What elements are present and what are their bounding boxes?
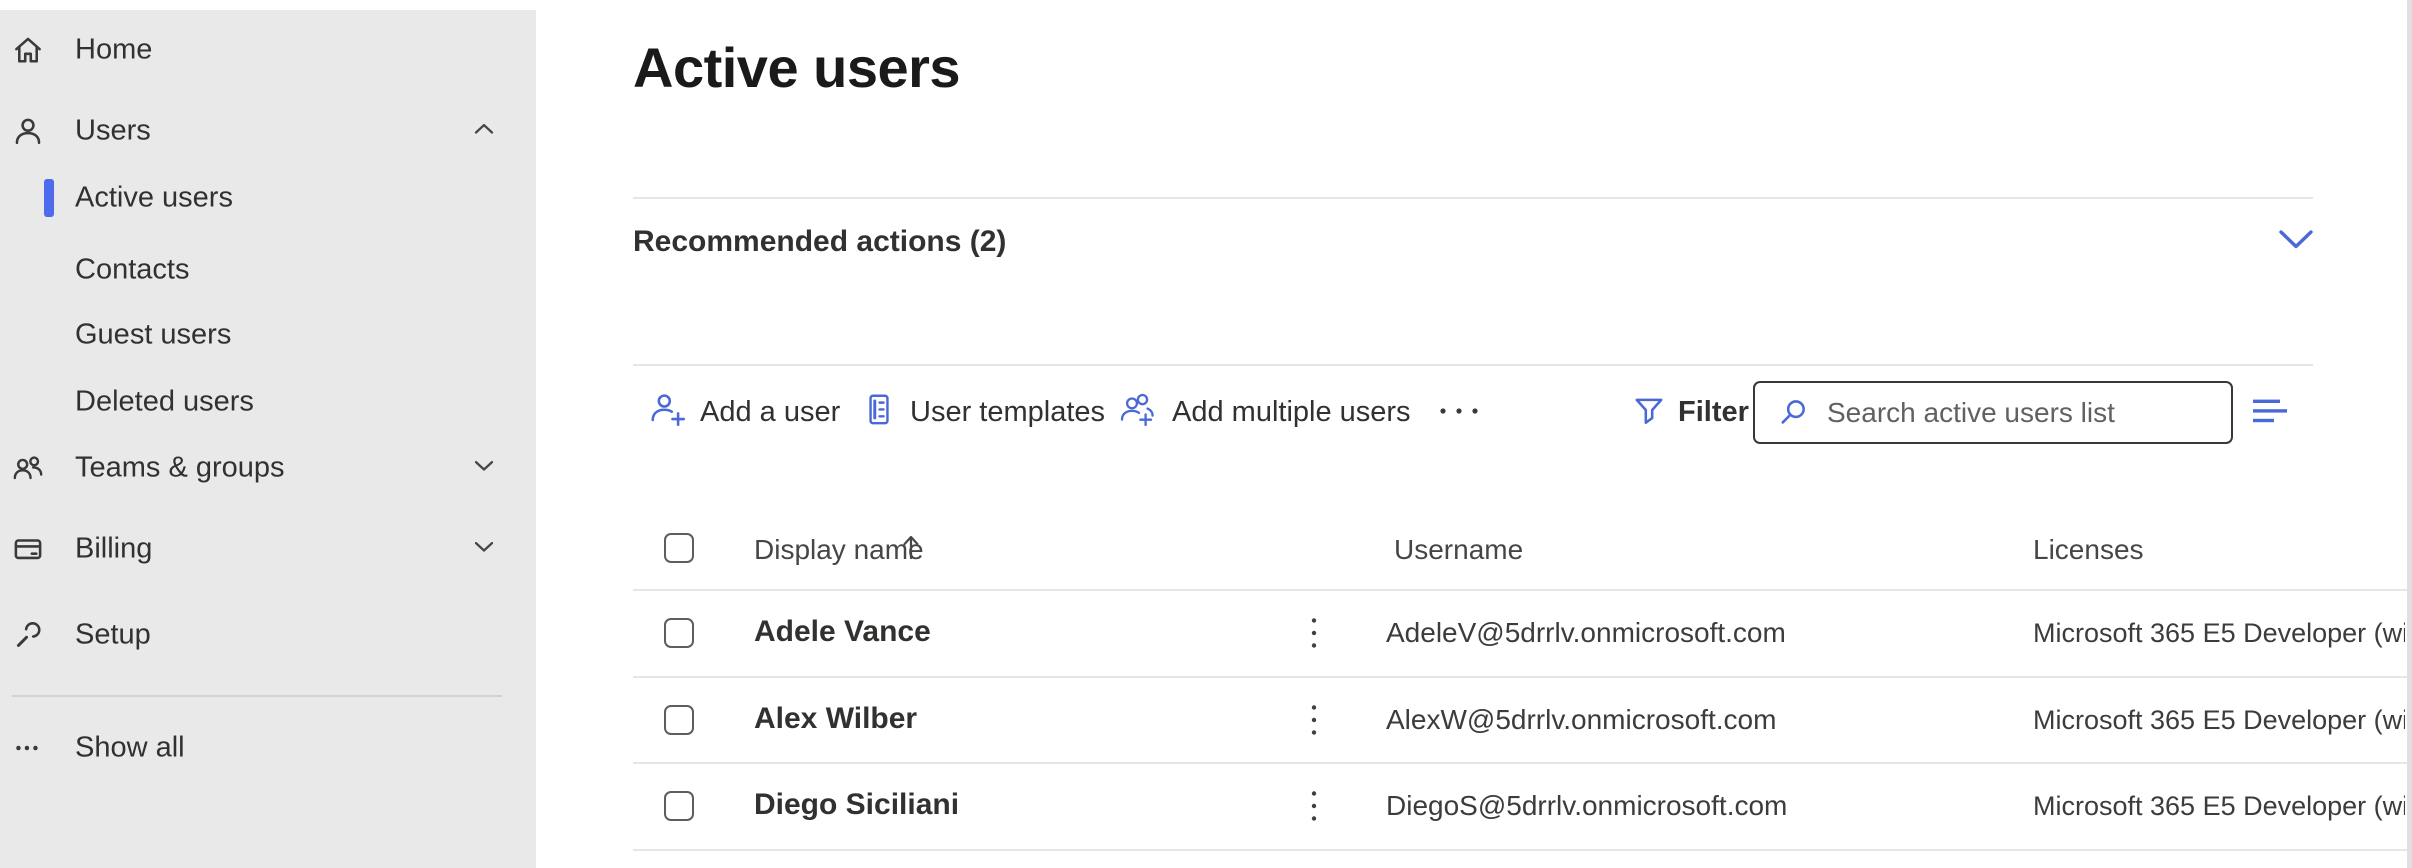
add-multiple-users-label: Add multiple users — [1172, 396, 1411, 429]
sidebar-item-guest-users[interactable]: Guest users — [0, 307, 536, 363]
show-all-dots-icon — [11, 731, 45, 765]
people-icon — [11, 451, 45, 485]
sidebar-item-label: Users — [75, 115, 151, 148]
home-icon — [11, 33, 45, 67]
sidebar-item-label: Active users — [75, 182, 233, 215]
user-display-name[interactable]: Adele Vance — [754, 612, 931, 652]
row-more-actions-icon[interactable] — [1309, 789, 1319, 828]
sidebar-item-deleted-users[interactable]: Deleted users — [0, 374, 536, 430]
column-header-display-name[interactable]: Display name — [754, 535, 924, 565]
filter-button[interactable]: Filter — [1632, 388, 1749, 436]
user-templates-button[interactable]: User templates — [860, 388, 1105, 436]
search-input[interactable] — [1827, 397, 2207, 429]
scrollbar[interactable] — [2407, 0, 2412, 868]
selected-indicator — [44, 179, 54, 217]
sidebar-item-label: Teams & groups — [75, 452, 285, 485]
row-checkbox[interactable] — [664, 791, 694, 821]
sidebar-item-label: Guest users — [75, 319, 231, 352]
row-checkbox[interactable] — [664, 705, 694, 735]
chevron-down-icon[interactable] — [472, 539, 496, 560]
user-licenses: Microsoft 365 E5 Developer (withou — [2033, 790, 2405, 822]
user-username: DiegoS@5drrlv.onmicrosoft.com — [1386, 789, 1787, 823]
user-username: AdeleV@5drrlv.onmicrosoft.com — [1386, 616, 1786, 650]
table-row[interactable]: Adele Vance AdeleV@5drrlv.onmicrosoft.co… — [633, 591, 2412, 676]
search-icon — [1777, 396, 1811, 430]
add-user-icon — [648, 390, 688, 435]
table-divider — [633, 849, 2407, 851]
more-actions-icon[interactable] — [1437, 404, 1481, 422]
sidebar-item-label: Show all — [75, 732, 185, 765]
add-user-button[interactable]: Add a user — [648, 388, 840, 436]
chevron-down-icon[interactable] — [2277, 227, 2315, 258]
user-templates-label: User templates — [910, 396, 1105, 429]
user-templates-icon — [860, 391, 898, 434]
user-username: AlexW@5drrlv.onmicrosoft.com — [1386, 703, 1776, 737]
table-row[interactable]: Diego Siciliani DiegoS@5drrlv.onmicrosof… — [633, 764, 2412, 849]
billing-card-icon — [11, 532, 45, 566]
sidebar: Home Users Active users Contacts — [0, 10, 536, 868]
user-display-name[interactable]: Diego Siciliani — [754, 785, 959, 825]
divider — [633, 364, 2313, 366]
page-title: Active users — [633, 38, 960, 98]
chevron-up-icon[interactable] — [472, 121, 496, 142]
sidebar-item-users[interactable]: Users — [0, 103, 536, 159]
chevron-down-icon[interactable] — [472, 458, 496, 479]
sidebar-item-label: Billing — [75, 533, 152, 566]
user-licenses: Microsoft 365 E5 Developer (withou — [2033, 617, 2405, 649]
filter-label: Filter — [1678, 396, 1749, 429]
sidebar-divider — [12, 695, 502, 697]
user-icon — [11, 114, 45, 148]
sidebar-item-contacts[interactable]: Contacts — [0, 242, 536, 298]
sort-lines-icon[interactable] — [2252, 397, 2292, 430]
recommended-actions-label: Recommended actions (2) — [633, 226, 1006, 258]
sidebar-item-home[interactable]: Home — [0, 22, 536, 78]
row-checkbox[interactable] — [664, 618, 694, 648]
user-display-name[interactable]: Alex Wilber — [754, 699, 917, 739]
select-all-checkbox[interactable] — [664, 533, 694, 563]
column-header-username[interactable]: Username — [1394, 535, 1523, 565]
sidebar-item-label: Home — [75, 34, 152, 67]
sidebar-item-label: Deleted users — [75, 386, 254, 419]
sidebar-item-billing[interactable]: Billing — [0, 521, 536, 577]
row-more-actions-icon[interactable] — [1309, 616, 1319, 655]
add-multiple-users-button[interactable]: Add multiple users — [1118, 388, 1411, 436]
sidebar-item-label: Setup — [75, 619, 151, 652]
filter-icon — [1632, 393, 1666, 432]
sidebar-item-teams-groups[interactable]: Teams & groups — [0, 440, 536, 496]
table-row[interactable]: Alex Wilber AlexW@5drrlv.onmicrosoft.com… — [633, 678, 2412, 763]
sidebar-item-active-users[interactable]: Active users — [0, 170, 536, 226]
add-user-label: Add a user — [700, 396, 840, 429]
divider — [633, 197, 2313, 199]
row-more-actions-icon[interactable] — [1309, 703, 1319, 742]
sidebar-item-show-all[interactable]: Show all — [0, 720, 536, 776]
user-licenses: Microsoft 365 E5 Developer (withou — [2033, 704, 2405, 736]
sort-ascending-arrow-icon — [901, 531, 921, 568]
search-box — [1753, 381, 2233, 444]
sidebar-item-label: Contacts — [75, 254, 189, 287]
add-multiple-users-icon — [1118, 390, 1160, 435]
column-header-licenses[interactable]: Licenses — [2033, 535, 2144, 565]
sidebar-item-setup[interactable]: Setup — [0, 607, 536, 663]
wrench-icon — [11, 618, 45, 652]
active-users-page: Home Users Active users Contacts — [0, 0, 2412, 868]
